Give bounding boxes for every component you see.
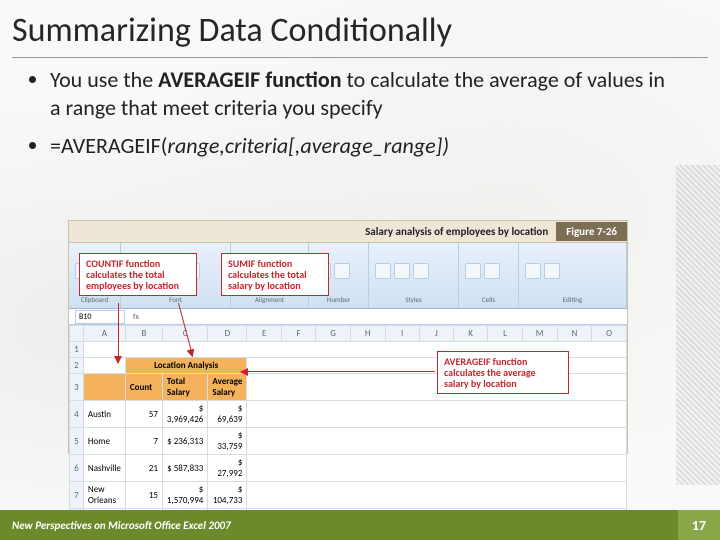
ribbon-group-alignment: Alignment (237, 295, 302, 304)
column-headers: A B C D E F G H I J K L M N O (70, 326, 627, 342)
bullet-1: You use the AVERAGEIF function to calcul… (50, 66, 680, 122)
bullet-1-prefix: You use the (50, 66, 158, 93)
section-label: Location Analysis (125, 358, 247, 374)
bullet-2-prefix: =AVERAGEIF( (50, 132, 167, 159)
figure-image: Clipboard Font Alignment Number Styles C… (69, 243, 627, 453)
bullet-1-bold: AVERAGEIF function (158, 66, 341, 93)
ribbon-group-number: Number (315, 295, 362, 304)
callout-countif: COUNTIF function calculates the total em… (79, 253, 197, 296)
table-row: 5Home7$ 236,313$ 33,759 (70, 428, 627, 455)
table-row: 4Austin57$ 3,969,426$ 69,639 (70, 401, 627, 428)
callout-sumif: SUMIF function calculates the total sala… (221, 253, 329, 296)
bullet-2-args: range,criteria[,average_range]) (167, 132, 449, 159)
callout-averageif: AVERAGEIF function calculates the averag… (437, 351, 569, 394)
figure-header: Salary analysis of employees by location… (69, 221, 627, 243)
arrow-countif (118, 303, 119, 363)
slide: Summarizing Data Conditionally You use t… (0, 0, 720, 540)
ribbon-group-styles: Styles (375, 295, 452, 304)
ribbon-group-font: Font (127, 295, 224, 304)
ribbon-group-clipboard: Clipboard (75, 295, 114, 304)
fx-icon: fx (133, 312, 139, 322)
arrow-averageif (241, 371, 435, 372)
bullet-2: =AVERAGEIF(range,criteria[,average_range… (50, 132, 680, 160)
figure-badge: Figure 7-26 (556, 222, 627, 241)
figure-caption: Salary analysis of employees by location (69, 225, 556, 238)
formula-bar: B10 fx (69, 309, 627, 325)
ribbon-group-editing: Editing (525, 295, 620, 304)
body-text: You use the AVERAGEIF function to calcul… (28, 66, 680, 170)
figure-7-26: Salary analysis of employees by location… (68, 220, 628, 454)
decorative-strip (676, 165, 720, 485)
footer: New Perspectives on Microsoft Office Exc… (0, 510, 720, 540)
slide-title: Summarizing Data Conditionally (12, 10, 708, 58)
page-number: 17 (678, 510, 720, 540)
footer-text: New Perspectives on Microsoft Office Exc… (0, 519, 678, 532)
table-row: 7New Orleans15$ 1,570,994$ 104,733 (70, 482, 627, 509)
ribbon-group-cells: Cells (465, 295, 512, 304)
table-row: 6Nashville21$ 587,833$ 27,992 (70, 455, 627, 482)
